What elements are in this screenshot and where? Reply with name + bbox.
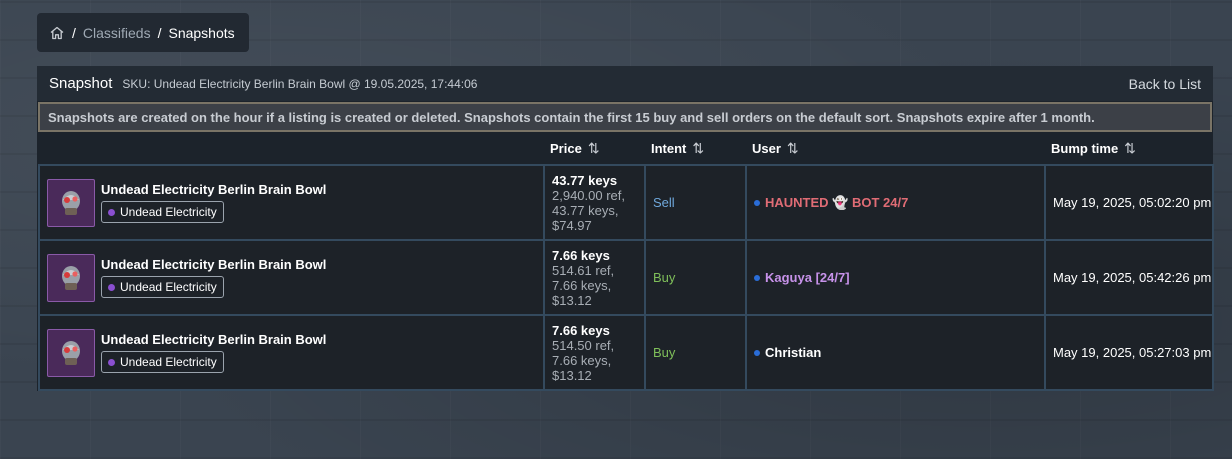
header-user[interactable]: User ⇅ (746, 132, 1045, 165)
table-row[interactable]: Undead Electricity Berlin Brain Bowl Und… (38, 239, 1214, 316)
price-main: 43.77 keys (552, 172, 618, 188)
brain-bowl-icon (62, 190, 80, 215)
intent-label: Buy (653, 270, 676, 285)
user-link[interactable]: HAUNTED 👻 BOT 24/7 (754, 195, 1044, 211)
home-icon[interactable] (49, 25, 65, 41)
effect-icon (108, 283, 115, 291)
user-cell: Christian (745, 314, 1046, 391)
user-link[interactable]: Christian (754, 345, 1044, 360)
header-bump-time[interactable]: Bump time ⇅ (1045, 132, 1213, 165)
snapshot-notice: Snapshots are created on the hour if a l… (38, 102, 1212, 132)
header-price[interactable]: Price ⇅ (544, 132, 645, 165)
intent-cell: Sell (644, 164, 747, 241)
table-header-row: Price ⇅ Intent ⇅ User ⇅ Bump time ⇅ (39, 132, 1213, 165)
intent-cell: Buy (644, 239, 747, 316)
bump-time-cell: May 19, 2025, 05:02:20 pm (1044, 164, 1214, 241)
effect-icon (108, 358, 115, 366)
breadcrumb-separator: / (157, 24, 162, 41)
price-usd: $74.97 (552, 217, 592, 233)
panel-title: Snapshot (49, 75, 113, 92)
breadcrumb-classifieds-link[interactable]: Classifieds (83, 25, 151, 41)
effect-label: Undead Electricity (120, 205, 217, 219)
panel-header: Snapshot SKU: Undead Electricity Berlin … (37, 66, 1213, 101)
header-bump-label: Bump time (1051, 140, 1119, 156)
breadcrumb-current: Snapshots (168, 24, 235, 41)
header-intent[interactable]: Intent ⇅ (645, 132, 746, 165)
sort-icon[interactable]: ⇅ (1124, 140, 1136, 157)
snapshot-panel: Snapshot SKU: Undead Electricity Berlin … (37, 66, 1214, 391)
sort-icon[interactable]: ⇅ (588, 140, 600, 157)
item-name[interactable]: Undead Electricity Berlin Brain Bowl (101, 182, 326, 197)
header-intent-label: Intent (651, 140, 687, 156)
price-keys: 7.66 keys, (552, 277, 612, 293)
effect-icon (108, 208, 115, 216)
price-cell: 7.66 keys 514.61 ref, 7.66 keys, $13.12 (543, 239, 646, 316)
bump-time-cell: May 19, 2025, 05:42:26 pm (1044, 239, 1214, 316)
sort-icon[interactable]: ⇅ (787, 140, 799, 157)
item-thumbnail[interactable] (47, 178, 95, 227)
back-to-list-link[interactable]: Back to List (1129, 76, 1201, 92)
header-price-label: Price (550, 140, 582, 156)
price-ref: 514.50 ref, (552, 337, 615, 353)
item-thumbnail[interactable] (47, 253, 95, 302)
price-ref: 2,940.00 ref, (552, 187, 625, 203)
effect-badge: Undead Electricity (101, 351, 224, 373)
price-main: 7.66 keys (552, 322, 610, 338)
breadcrumb-separator: / (72, 24, 76, 41)
header-item (39, 132, 544, 165)
bump-time: May 19, 2025, 05:42:26 pm (1053, 270, 1212, 285)
sku-label: SKU: Undead Electricity Berlin Brain Bow… (122, 76, 478, 91)
online-status-icon (754, 349, 760, 356)
price-cell: 7.66 keys 514.50 ref, 7.66 keys, $13.12 (543, 314, 646, 391)
user-name: HAUNTED 👻 BOT 24/7 (765, 194, 909, 210)
user-name: Kaguya [24/7] (765, 270, 850, 285)
online-status-icon (754, 274, 760, 281)
bump-time: May 19, 2025, 05:02:20 pm (1053, 195, 1212, 210)
price-main: 7.66 keys (552, 247, 610, 263)
bump-time-cell: May 19, 2025, 05:27:03 pm (1044, 314, 1214, 391)
intent-label: Sell (653, 195, 675, 210)
price-ref: 514.61 ref, (552, 262, 615, 278)
online-status-icon (754, 199, 760, 206)
header-user-label: User (752, 140, 781, 156)
price-cell: 43.77 keys 2,940.00 ref, 43.77 keys, $74… (543, 164, 646, 241)
price-usd: $13.12 (552, 292, 592, 308)
item-cell: Undead Electricity Berlin Brain Bowl Und… (38, 314, 545, 391)
item-name[interactable]: Undead Electricity Berlin Brain Bowl (101, 332, 326, 347)
item-cell: Undead Electricity Berlin Brain Bowl Und… (38, 164, 545, 241)
brain-bowl-icon (62, 340, 80, 365)
intent-label: Buy (653, 345, 676, 360)
user-name: Christian (765, 345, 822, 360)
breadcrumb: / Classifieds / Snapshots (37, 13, 249, 52)
intent-cell: Buy (644, 314, 747, 391)
price-keys: 43.77 keys, (552, 202, 619, 218)
effect-badge: Undead Electricity (101, 276, 224, 298)
effect-label: Undead Electricity (120, 280, 217, 294)
effect-label: Undead Electricity (120, 355, 217, 369)
user-cell: Kaguya [24/7] (745, 239, 1046, 316)
item-thumbnail[interactable] (47, 328, 95, 377)
table-row[interactable]: Undead Electricity Berlin Brain Bowl Und… (38, 164, 1214, 241)
price-keys: 7.66 keys, (552, 352, 612, 368)
price-usd: $13.12 (552, 367, 592, 383)
user-link[interactable]: Kaguya [24/7] (754, 270, 1044, 285)
brain-bowl-icon (62, 265, 80, 290)
item-name[interactable]: Undead Electricity Berlin Brain Bowl (101, 257, 326, 272)
item-cell: Undead Electricity Berlin Brain Bowl Und… (38, 239, 545, 316)
effect-badge: Undead Electricity (101, 201, 224, 223)
user-cell: HAUNTED 👻 BOT 24/7 (745, 164, 1046, 241)
bump-time: May 19, 2025, 05:27:03 pm (1053, 345, 1212, 360)
sort-icon[interactable]: ⇅ (692, 140, 704, 157)
snapshot-table: Price ⇅ Intent ⇅ User ⇅ Bump time ⇅ Unde… (38, 132, 1214, 391)
table-row[interactable]: Undead Electricity Berlin Brain Bowl Und… (38, 314, 1214, 391)
